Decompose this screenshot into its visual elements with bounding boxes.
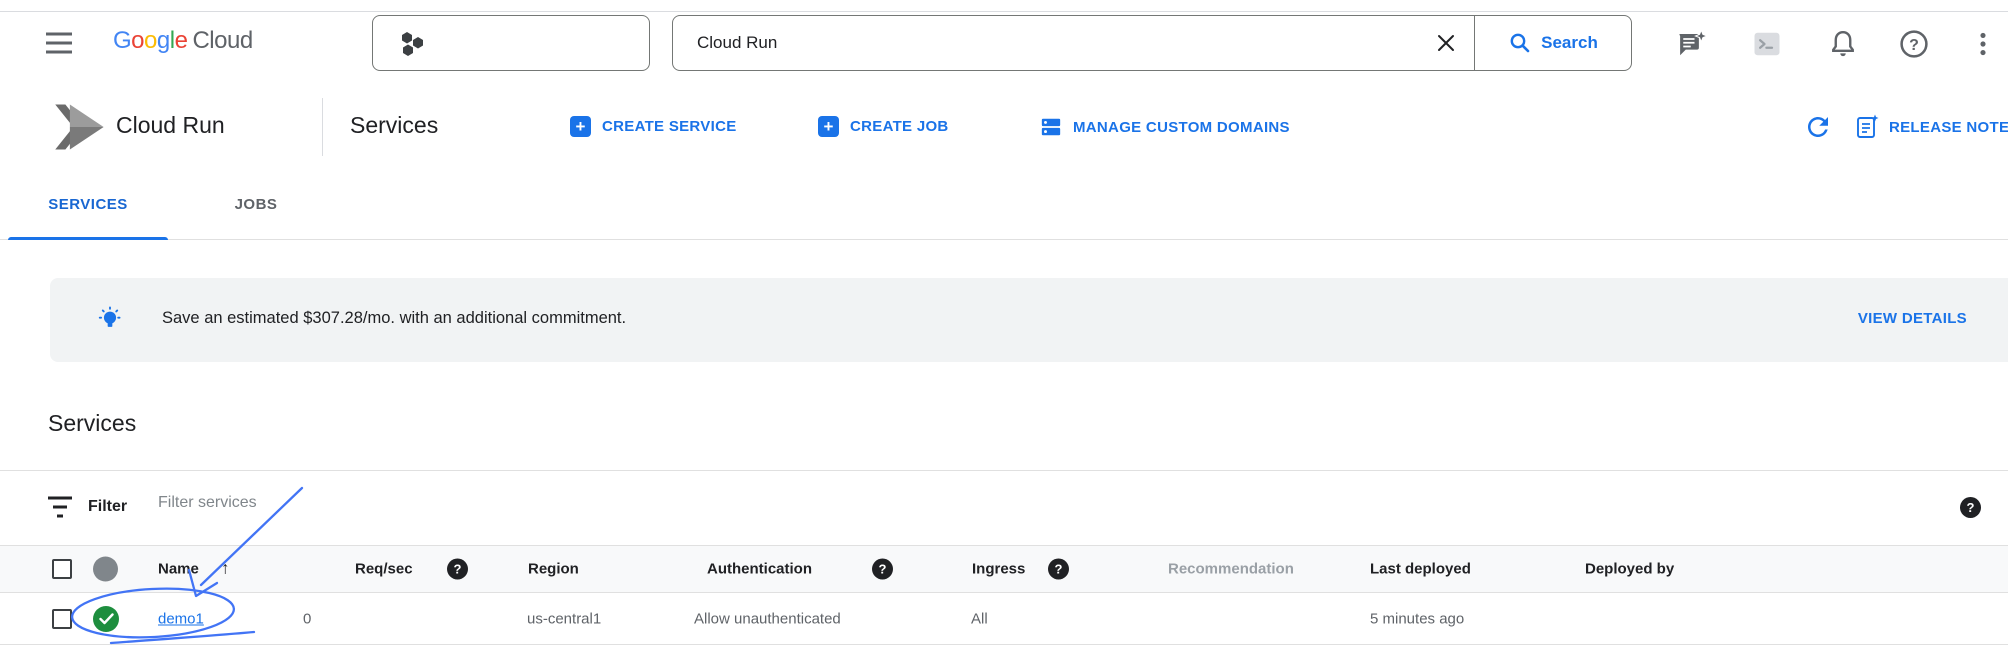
status-ok-icon: [93, 606, 119, 632]
main-menu-button[interactable]: [44, 29, 74, 57]
column-header-ingress: Ingress: [972, 561, 1025, 578]
cloud-shell-button[interactable]: [1750, 28, 1784, 60]
authentication-help-icon[interactable]: ?: [872, 559, 893, 580]
column-header-recommendation: Recommendation: [1168, 561, 1294, 578]
hamburger-icon: [44, 29, 74, 57]
active-tab-underline: [8, 237, 168, 240]
create-job-label: CREATE JOB: [850, 118, 949, 135]
cell-ingress: All: [971, 611, 988, 628]
filter-list-icon: [46, 494, 74, 520]
dns-icon: [1040, 116, 1062, 138]
lightbulb-icon: [96, 306, 124, 334]
logo-cloud-text: Cloud: [192, 27, 252, 54]
plus-icon: +: [570, 116, 591, 137]
tab-jobs-label: JOBS: [235, 196, 278, 213]
plus-icon: +: [818, 116, 839, 137]
cloud-run-logo-icon: [53, 100, 107, 154]
project-hexagons-icon: [399, 29, 427, 57]
release-notes-button[interactable]: RELEASE NOTES: [1855, 114, 2008, 140]
search-bar: Search: [672, 15, 1632, 71]
logo-letter: G: [113, 27, 131, 54]
tab-services[interactable]: SERVICES: [0, 168, 176, 240]
create-job-button[interactable]: + CREATE JOB: [818, 116, 949, 137]
column-header-deployed-by: Deployed by: [1585, 561, 1674, 578]
sort-ascending-icon[interactable]: ↑: [221, 559, 230, 579]
logo-letter: g: [157, 27, 170, 54]
whats-new-icon: [1676, 29, 1708, 59]
header-divider: [322, 98, 323, 156]
column-header-last-deployed: Last deployed: [1370, 561, 1471, 578]
toolbar-top-divider: [0, 470, 2008, 471]
kebab-menu-icon: [1970, 29, 1996, 59]
table-help-icon[interactable]: ?: [1960, 497, 1981, 518]
whats-new-button[interactable]: [1675, 28, 1709, 60]
google-cloud-logo[interactable]: GoogleCloud: [113, 27, 253, 55]
filter-label: Filter: [88, 498, 127, 516]
refresh-button[interactable]: [1803, 112, 1835, 144]
savings-banner: Save an estimated $307.28/mo. with an ad…: [50, 278, 2008, 362]
release-notes-icon: [1855, 114, 1879, 140]
release-notes-label: RELEASE NOTES: [1889, 119, 2008, 136]
banner-message: Save an estimated $307.28/mo. with an ad…: [162, 309, 626, 328]
filter-services-input[interactable]: [158, 494, 758, 512]
search-clear-button[interactable]: [1418, 15, 1474, 71]
close-icon: [1436, 33, 1456, 53]
service-name-link[interactable]: demo1: [158, 611, 204, 628]
manage-custom-domains-label: MANAGE CUSTOM DOMAINS: [1073, 119, 1290, 136]
search-button[interactable]: Search: [1475, 15, 1631, 71]
req-sec-help-icon[interactable]: ?: [447, 559, 468, 580]
page-subtitle: Services: [350, 112, 438, 139]
help-icon: ?: [1898, 28, 1930, 60]
tab-services-label: SERVICES: [48, 196, 128, 213]
refresh-icon: [1803, 112, 1833, 142]
manage-custom-domains-button[interactable]: MANAGE CUSTOM DOMAINS: [1040, 116, 1290, 138]
cell-last-deployed: 5 minutes ago: [1370, 611, 1464, 628]
row-checkbox[interactable]: [52, 609, 72, 629]
logo-letter: e: [175, 27, 188, 54]
more-options-button[interactable]: [1966, 28, 2000, 60]
notifications-button[interactable]: [1826, 28, 1860, 60]
project-selector[interactable]: [372, 15, 650, 71]
table-row: demo1 0 us-central1 Allow unauthenticate…: [0, 594, 2008, 645]
cell-authentication: Allow unauthenticated: [694, 611, 841, 628]
terminal-icon: [1751, 29, 1783, 59]
create-service-label: CREATE SERVICE: [602, 118, 737, 135]
page-title: Cloud Run: [116, 112, 225, 139]
ingress-help-icon[interactable]: ?: [1048, 559, 1069, 580]
cloud-console-screen: GoogleCloud Search: [0, 0, 2008, 646]
select-all-checkbox[interactable]: [52, 559, 72, 579]
column-header-name[interactable]: Name: [158, 561, 199, 578]
section-title: Services: [48, 410, 136, 437]
svg-text:?: ?: [1909, 37, 1919, 54]
tab-bar: SERVICES JOBS: [0, 168, 2008, 240]
search-icon: [1508, 31, 1532, 55]
table-header-row: Name ↑ Req/sec ? Region Authentication ?…: [0, 545, 2008, 593]
logo-letter: o: [131, 27, 144, 54]
search-input[interactable]: [673, 33, 1418, 53]
column-header-region: Region: [528, 561, 579, 578]
window-top-border: [0, 11, 2008, 12]
column-header-authentication: Authentication: [707, 561, 812, 578]
column-header-req-sec: Req/sec: [355, 561, 413, 578]
cell-region: us-central1: [527, 611, 601, 628]
view-details-link[interactable]: VIEW DETAILS: [1858, 310, 1967, 327]
tab-jobs[interactable]: JOBS: [186, 168, 326, 240]
search-button-label: Search: [1541, 33, 1598, 53]
logo-letter: o: [144, 27, 157, 54]
status-column-icon: [93, 557, 118, 582]
cell-req-sec: 0: [303, 611, 311, 628]
create-service-button[interactable]: + CREATE SERVICE: [570, 116, 737, 137]
bell-icon: [1828, 29, 1858, 59]
help-button[interactable]: ?: [1897, 28, 1931, 60]
